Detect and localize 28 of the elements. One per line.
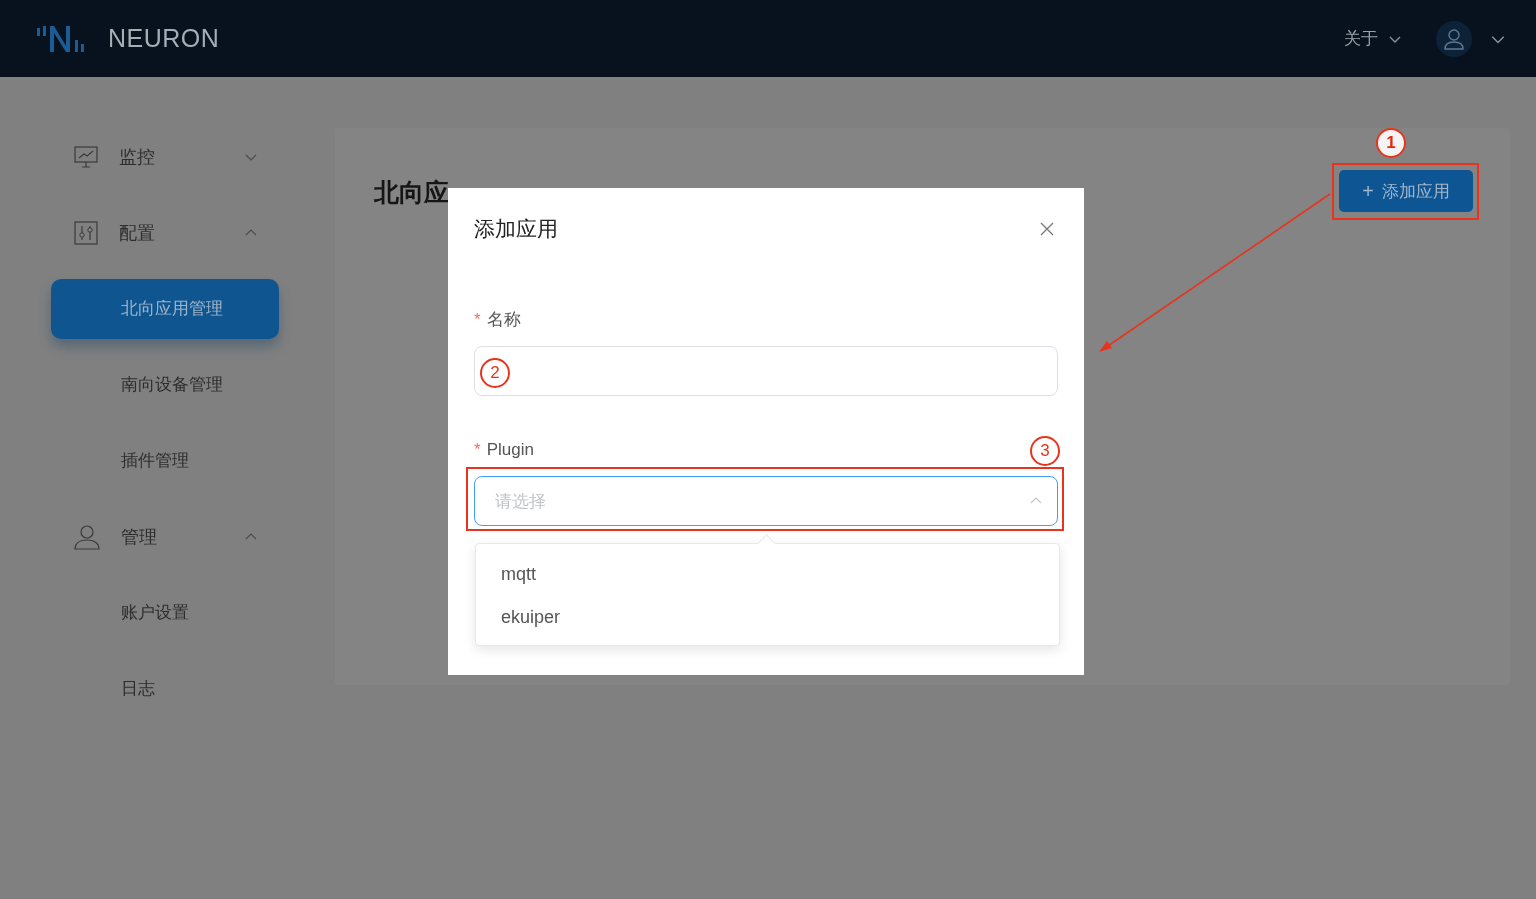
step-number: 2 [480, 358, 510, 388]
sidebar-group[interactable]: 配置 [51, 195, 257, 271]
sidebar-item[interactable]: 插件管理 [51, 431, 279, 491]
close-icon[interactable] [1040, 222, 1054, 236]
sidebar-item[interactable]: 北向应用管理 [51, 279, 279, 339]
sidebar-item[interactable]: 账户设置 [51, 583, 279, 643]
dropdown-option[interactable]: mqtt [476, 553, 1059, 596]
plus-icon: + [1362, 179, 1374, 203]
page-title: 北向应 [374, 177, 449, 208]
add-app-button[interactable]: + 添加应用 [1339, 170, 1473, 212]
user-icon [73, 523, 101, 551]
sliders-icon [73, 220, 99, 246]
sidebar-item[interactable]: 南向设备管理 [51, 355, 279, 415]
plugin-select[interactable]: 请选择 [474, 476, 1058, 526]
dialog-title: 添加应用 [474, 216, 558, 242]
required-mark: * [474, 440, 481, 460]
field-label-text: Plugin [486, 440, 534, 460]
monitor-icon [73, 144, 99, 170]
dropdown-option[interactable]: ekuiper [476, 596, 1059, 639]
field-label-text: 名称 [486, 310, 521, 330]
required-mark: * [474, 310, 481, 330]
brand-name: NEURON [108, 24, 220, 53]
user-avatar-icon[interactable] [1436, 20, 1472, 57]
sidebar-group[interactable]: 管理 [51, 499, 257, 575]
sidebar-item[interactable]: 日志 [51, 659, 279, 719]
sidebar-group[interactable]: 监控 [51, 119, 257, 195]
about-menu[interactable]: 关于 [1344, 27, 1402, 50]
name-input-field[interactable] [474, 346, 1058, 396]
